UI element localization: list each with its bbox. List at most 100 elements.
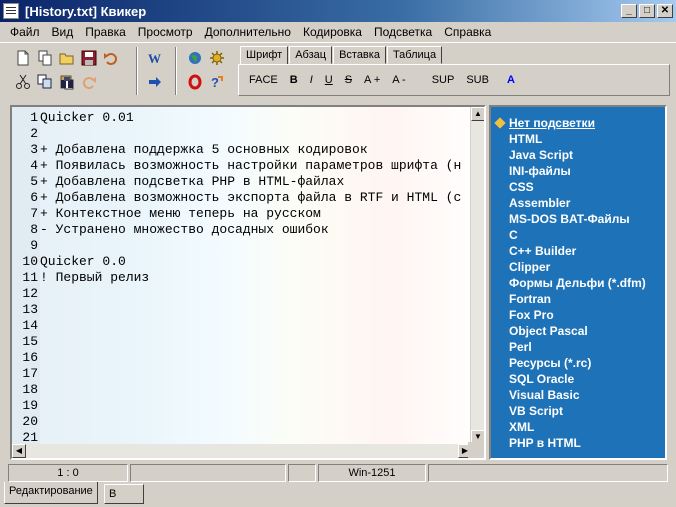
strike-button[interactable]: S (345, 70, 352, 90)
editor-line[interactable]: 12 (12, 286, 40, 302)
editor-line[interactable]: 4 + Появилась возможность настройки парам… (12, 158, 461, 174)
line-text: + Появилась возможность настройки параме… (40, 158, 462, 173)
opera-icon[interactable] (184, 71, 206, 93)
highlight-option[interactable]: Fox Pro (509, 307, 554, 323)
editor-line[interactable]: 16 (12, 350, 40, 366)
editor-line[interactable]: 9 (12, 238, 40, 254)
highlight-option[interactable]: Ресурсы (*.rc) (509, 355, 591, 371)
open-icon[interactable] (56, 47, 78, 69)
word-icon[interactable]: W (144, 47, 166, 69)
font-increase-button[interactable]: A + (364, 70, 380, 90)
editor-line[interactable]: 10 Quicker 0.0 (12, 254, 126, 270)
highlight-option[interactable]: Clipper (509, 259, 550, 275)
line-text: - Устранено множество досадных ошибок (40, 222, 329, 237)
italic-button[interactable]: I (310, 70, 313, 90)
editor-line[interactable]: 15 (12, 334, 40, 350)
tab-html-view[interactable]: В виде HTML (104, 484, 144, 507)
tab-paragraph[interactable]: Абзац (289, 46, 333, 64)
undo-icon[interactable] (100, 47, 122, 69)
bold-button[interactable]: B (290, 70, 298, 90)
editor-line[interactable]: 13 (12, 302, 40, 318)
cursor-position: 1 : 0 (8, 464, 128, 482)
highlight-option[interactable]: C++ Builder (509, 243, 576, 259)
redo-icon[interactable] (78, 71, 100, 93)
menu-help[interactable]: Справка (438, 23, 497, 41)
help-icon[interactable]: ? (206, 71, 228, 93)
highlight-option[interactable]: Perl (509, 339, 532, 355)
menu-edit[interactable]: Правка (79, 23, 132, 41)
copy-doc-icon[interactable] (34, 47, 56, 69)
editor-line[interactable]: 20 (12, 414, 40, 430)
underline-button[interactable]: U (325, 70, 333, 90)
editor-line[interactable]: 5 + Добавлена подсветка PHP в HTML-файлах (12, 174, 344, 190)
line-text: Quicker 0.0 (40, 254, 126, 269)
menu-encoding[interactable]: Кодировка (297, 23, 368, 41)
text-editor[interactable]: 1 Quicker 0.01 2 3 + Добавлена поддержка 5 о… (10, 105, 486, 460)
maximize-button[interactable]: □ (639, 4, 655, 18)
highlight-option[interactable]: MS-DOS BAT-Файлы (509, 211, 630, 227)
highlight-option[interactable]: PHP в HTML (509, 435, 581, 451)
editor-line[interactable]: 2 (12, 126, 40, 142)
tab-font[interactable]: Шрифт (240, 46, 289, 65)
line-number: 14 (22, 318, 38, 333)
close-button[interactable]: ✕ (657, 4, 673, 18)
export-icon[interactable] (144, 71, 166, 93)
copy-icon[interactable] (34, 71, 56, 93)
highlight-option[interactable]: SQL Oracle (509, 371, 574, 387)
scroll-up-button[interactable]: ▲ (471, 107, 484, 121)
line-number: 10 (22, 254, 38, 269)
menu-preview[interactable]: Просмотр (132, 23, 199, 41)
minimize-button[interactable]: _ (621, 4, 637, 18)
highlight-option[interactable]: XML (509, 419, 534, 435)
new-file-icon[interactable] (12, 47, 34, 69)
editor-line[interactable]: 18 (12, 382, 40, 398)
editor-line[interactable]: 11! Первый релиз (12, 270, 149, 286)
highlight-option[interactable]: Fortran (509, 291, 551, 307)
editor-line[interactable]: 1 Quicker 0.01 (12, 110, 133, 126)
editor-content[interactable]: 1 Quicker 0.01 2 3 + Добавлена поддержка 5 о… (12, 107, 472, 445)
menu-highlight[interactable]: Подсветка (368, 23, 438, 41)
font-face-button[interactable]: FACE (249, 70, 278, 90)
highlight-option[interactable]: Assembler (509, 195, 570, 211)
menu-extra[interactable]: Дополнительно (199, 23, 297, 41)
editor-line[interactable]: 17 (12, 366, 40, 382)
highlight-option[interactable]: INI-файлы (509, 163, 571, 179)
vertical-scrollbar[interactable]: ▲ ▼ (470, 107, 484, 444)
highlight-option[interactable]: Object Pascal (509, 323, 588, 339)
editor-line[interactable]: 19 (12, 398, 40, 414)
editor-line[interactable]: 7 + Контекстное меню теперь на русском (12, 206, 321, 222)
superscript-button[interactable]: SUP (432, 70, 455, 90)
line-text: + Добавлена поддержка 5 основных кодиров… (40, 142, 368, 157)
highlight-option[interactable]: VB Script (509, 403, 563, 419)
line-number: 8 (30, 222, 38, 237)
menu-view[interactable]: Вид (46, 23, 80, 41)
highlight-option[interactable]: Нет подсветки (509, 115, 595, 131)
highlight-option[interactable]: CSS (509, 179, 534, 195)
subscript-button[interactable]: SUB (466, 70, 489, 90)
tab-table[interactable]: Таблица (386, 46, 443, 64)
globe-icon[interactable] (184, 47, 206, 69)
find-icon[interactable] (56, 71, 78, 93)
horizontal-scrollbar[interactable]: ◀ ▶ (12, 444, 472, 458)
font-color-button[interactable]: A (507, 70, 515, 90)
line-number: 16 (22, 350, 38, 365)
editor-line[interactable]: 6 + Добавлена возможность экспорта файла … (12, 190, 461, 206)
tab-insert[interactable]: Вставка (333, 46, 386, 64)
settings-icon[interactable] (206, 47, 228, 69)
menu-file[interactable]: Файл (4, 23, 46, 41)
tab-editing[interactable]: Редактирование (4, 482, 98, 504)
scroll-left-button[interactable]: ◀ (12, 444, 26, 458)
editor-line[interactable]: 14 (12, 318, 40, 334)
font-decrease-button[interactable]: A - (392, 70, 405, 90)
editor-line[interactable]: 8- Устранено множество досадных ошибок (12, 222, 329, 238)
save-icon[interactable] (78, 47, 100, 69)
highlight-option[interactable]: C (509, 227, 518, 243)
editor-line[interactable]: 3 + Добавлена поддержка 5 основных кодиро… (12, 142, 368, 158)
highlight-option[interactable]: Формы Дельфи (*.dfm) (509, 275, 646, 291)
line-number: 12 (22, 286, 38, 301)
highlight-option[interactable]: HTML (509, 131, 542, 147)
highlight-option[interactable]: Java Script (509, 147, 573, 163)
cut-icon[interactable] (12, 71, 34, 93)
highlight-option[interactable]: Visual Basic (509, 387, 580, 403)
status-bar: 1 : 0 Win-1251 (0, 462, 676, 482)
